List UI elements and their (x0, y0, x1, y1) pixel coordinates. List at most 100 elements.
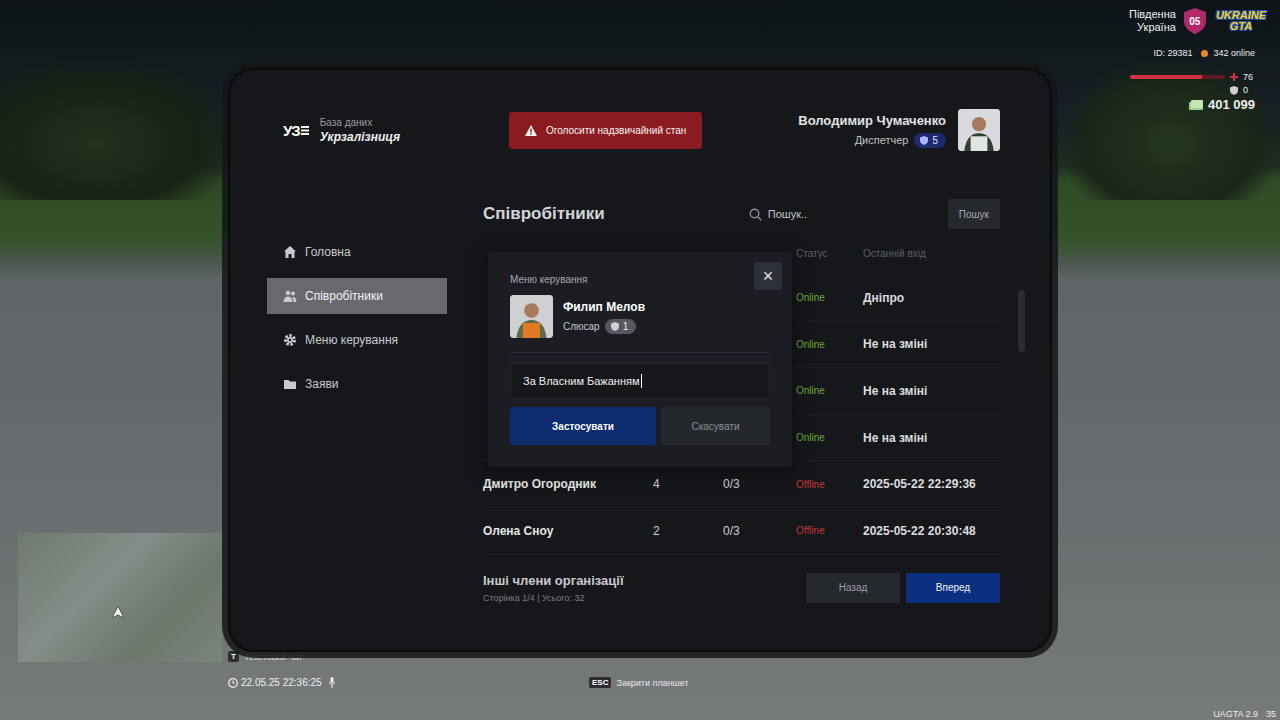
sidebar-item[interactable]: Меню керування (267, 322, 447, 358)
table-cell: 2025-05-22 20:30:48 (863, 524, 1000, 538)
table-row[interactable]: Дмитро Огородник40/3Offline2025-05-22 22… (483, 461, 1000, 508)
user-texts: Володимир Чумаченко Диспетчер 5 (798, 113, 946, 148)
pagination: Інші члени організації Сторінка 1/4 | Усь… (483, 573, 1000, 603)
employee-avatar-icon (510, 295, 553, 338)
section-title: Інші члени організації (483, 573, 624, 588)
scrollbar[interactable] (1018, 290, 1025, 352)
user-name: Володимир Чумаченко (798, 113, 946, 128)
money: 401 099 (1189, 97, 1268, 112)
status-cell: Online (796, 292, 863, 303)
rank-number: 5 (932, 135, 938, 146)
status-cell: Online (796, 432, 863, 443)
armor: 0 (1230, 85, 1268, 95)
reason-input[interactable]: За Власним Бажанням (510, 363, 770, 399)
sidebar-label: Меню керування (305, 333, 398, 347)
page-header: Співробітники Пошук (483, 199, 1000, 229)
divider (510, 352, 770, 353)
money-amount: 401 099 (1208, 97, 1255, 112)
table-cell: 2025-05-22 22:29:36 (863, 477, 1000, 491)
armor-reading: 0 (1243, 85, 1255, 95)
close-hint: ESC Закрити планшет (589, 677, 689, 688)
version-info: UAGTA 2.935 (1213, 709, 1276, 719)
page-button[interactable]: Вперед (906, 573, 1000, 603)
emergency-label: Оголосити надзвичайний стан (546, 125, 686, 136)
clock-icon (228, 678, 238, 688)
sidebar-label: Заяви (305, 377, 339, 391)
table-cell: Дніпро (863, 291, 1000, 305)
employee-role-row: Слюсар1 (563, 319, 645, 334)
db-label: База даних (320, 117, 400, 128)
health-bar (1130, 75, 1225, 79)
user-avatar (958, 109, 1000, 151)
employee-name: Филип Мелов (563, 300, 645, 314)
sidebar-item[interactable]: Головна (267, 234, 447, 270)
employee-avatar (510, 295, 553, 338)
sidebar-label: Співробітники (305, 289, 383, 303)
cancel-button[interactable]: Скасувати (661, 407, 770, 445)
money-icon (1189, 100, 1203, 110)
search-icon (749, 208, 762, 221)
modal-buttons: ЗастосуватиСкасувати (510, 407, 770, 445)
player-arrow-icon (112, 606, 124, 618)
warning-icon (525, 125, 537, 136)
version: UAGTA 2.9 (1213, 709, 1258, 719)
org-name: Укрзалізниця (320, 130, 400, 144)
table-cell: 0/3 (723, 524, 796, 538)
home-icon (283, 245, 297, 259)
table-cell: 4 (653, 477, 723, 491)
pagination-texts: Інші члени організації Сторінка 1/4 | Усь… (483, 573, 624, 603)
health-icon (1230, 73, 1238, 81)
minimap (18, 533, 222, 662)
table-row[interactable]: Олена Сноу20/3Offline2025-05-22 20:30:48 (483, 508, 1000, 555)
column-header: Останній вхід (863, 248, 1000, 259)
online-icon (1201, 50, 1208, 57)
text-chat-hint: T Текстовий чат (228, 651, 302, 662)
table-cell: Не на зміні (863, 431, 1000, 445)
manage-modal: Меню керування×Филип МеловСлюсар1За Влас… (488, 252, 792, 467)
close-button[interactable]: × (754, 262, 782, 290)
sidebar: Головна Співробітники Меню керування Заяви (267, 234, 447, 603)
table-cell: Дмитро Огородник (483, 477, 653, 491)
tablet-body: Головна Співробітники Меню керування Заяви С… (267, 160, 1000, 603)
clock-text: 22.05.25 22:36:25 (241, 677, 322, 688)
mic-icon (328, 677, 336, 688)
tablet: УЗ База даних Укрзалізниця Оголосити надзви… (228, 68, 1052, 652)
sidebar-item[interactable]: Співробітники (267, 278, 447, 314)
search-button[interactable]: Пошук (948, 199, 1000, 229)
text-caret (641, 374, 642, 388)
sidebar-item[interactable]: Заяви (267, 366, 447, 402)
page-info: Сторінка 1/4 | Усього: 32 (483, 593, 624, 603)
chat-label: Текстовий чат (244, 652, 303, 662)
gear-icon (283, 333, 297, 347)
server-logo: UKRAINEGTA (1214, 8, 1268, 34)
employee-texts: Филип Мелов Слюсар1 (563, 300, 645, 334)
health-fill (1130, 75, 1202, 79)
close-hint-label: Закрити планшет (616, 678, 688, 688)
employee-role: Слюсар (563, 321, 600, 332)
employee-card: Филип Мелов Слюсар1 (510, 295, 770, 338)
table-cell: Не на зміні (863, 337, 1000, 351)
page-title: Співробітники (483, 204, 605, 224)
org-texts: База даних Укрзалізниця (320, 117, 400, 144)
table-cell: 2 (653, 524, 723, 538)
logo-stripes-icon (301, 125, 309, 135)
column-header: Статус (796, 248, 863, 259)
chat-key: T (228, 651, 239, 662)
table-cell: Олена Сноу (483, 524, 653, 538)
table-cell: Не на зміні (863, 384, 1000, 398)
pagination-buttons: НазадВперед (806, 573, 1000, 603)
region-name: ПівденнаУкраїна (1129, 8, 1176, 34)
region-line: Південна (1129, 8, 1176, 21)
region-line: Україна (1137, 21, 1176, 34)
org-logo: УЗ База даних Укрзалізниця (283, 117, 509, 144)
apply-button[interactable]: Застосувати (510, 407, 656, 445)
search-input[interactable] (768, 208, 938, 220)
esc-key: ESC (589, 677, 611, 688)
player-info: ID: 29381342 online (1153, 48, 1268, 58)
uz-logo: УЗ (283, 122, 309, 139)
user-role: Диспетчер (855, 134, 909, 146)
region-badge: 05 (1184, 8, 1206, 34)
folder-icon (283, 377, 297, 391)
page-button[interactable]: Назад (806, 573, 900, 603)
emergency-button[interactable]: Оголосити надзвичайний стан (509, 112, 702, 149)
